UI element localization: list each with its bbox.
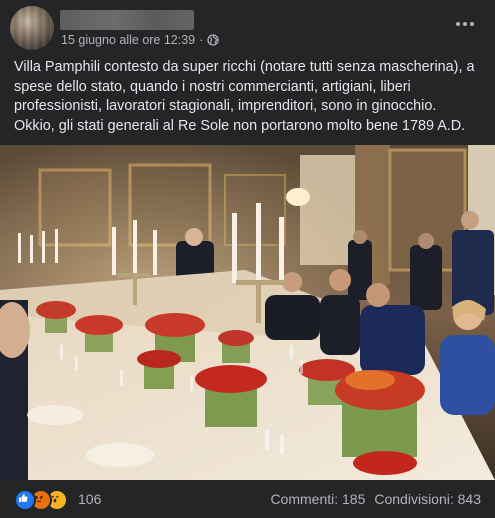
comments-count[interactable]: Commenti: 185: [270, 491, 365, 507]
meta-separator: ·: [199, 33, 204, 47]
post-photo[interactable]: [0, 145, 495, 480]
post-header: 15 giugno alle ore 12:39 ·: [0, 0, 495, 56]
like-icon: [14, 489, 36, 511]
author-avatar[interactable]: [10, 6, 54, 50]
reaction-count[interactable]: 106: [78, 491, 101, 507]
engagement-stats: Commenti: 185 Condivisioni: 843: [270, 491, 481, 507]
globe-icon[interactable]: [207, 34, 219, 46]
reactions-summary[interactable]: [14, 489, 68, 511]
post-text: Villa Pamphili contesto da super ricchi …: [14, 58, 486, 136]
shares-count[interactable]: Condivisioni: 843: [374, 491, 481, 507]
post-text-paragraph: Okkio, gli stati generali al Re Sole non…: [14, 117, 466, 134]
banquet-hall-photo: [0, 145, 495, 480]
post-text-paragraph: Villa Pamphili contesto da super ricchi …: [14, 59, 475, 114]
author-name-redacted[interactable]: [60, 10, 194, 30]
post-meta: 15 giugno alle ore 12:39 ·: [61, 33, 219, 47]
more-options-icon[interactable]: [451, 12, 479, 36]
post-timestamp[interactable]: 15 giugno alle ore 12:39: [61, 33, 195, 47]
post-footer: 106 Commenti: 185 Condivisioni: 843: [0, 480, 495, 518]
facebook-post: 15 giugno alle ore 12:39 · Villa Pamphil…: [0, 0, 495, 518]
